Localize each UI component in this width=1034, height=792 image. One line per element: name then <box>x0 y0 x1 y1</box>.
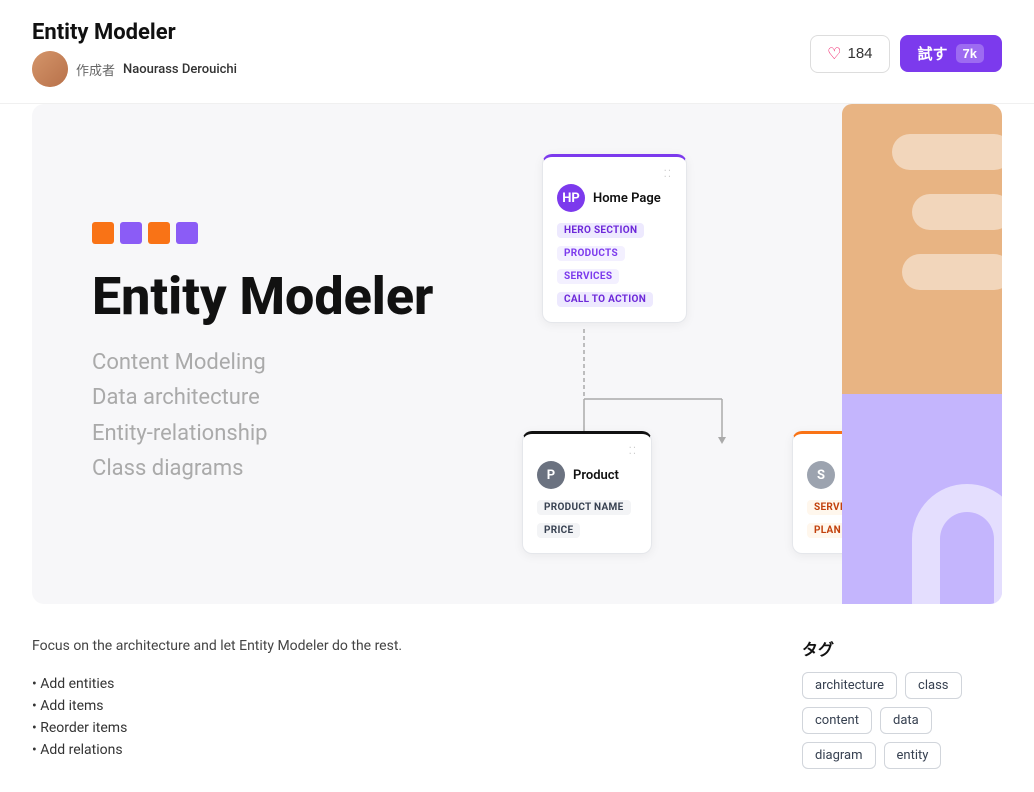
hero-title: Entity Modeler <box>92 268 512 325</box>
tags-title: タグ <box>802 636 1002 660</box>
feature-4: Class diagrams <box>92 451 512 486</box>
tag-architecture[interactable]: architecture <box>802 672 897 699</box>
badge-products: PRODUCTS <box>557 246 625 261</box>
card-header: HP Home Page <box>557 184 672 212</box>
tag-content[interactable]: content <box>802 707 872 734</box>
deco-c-shape <box>912 484 1002 604</box>
author-name: Naourass Derouichi <box>123 62 237 77</box>
desc-left: Focus on the architecture and let Entity… <box>32 636 762 769</box>
deco-pill-1 <box>892 134 1002 170</box>
hero-section: Entity Modeler Content Modeling Data arc… <box>32 104 1002 604</box>
like-count: 184 <box>847 45 872 62</box>
badge-services: SERVICES <box>557 269 619 284</box>
product-card-header: P Product <box>537 461 637 489</box>
like-button[interactable]: ♡ 184 <box>810 35 889 73</box>
badge-cta: CALL TO ACTION <box>557 292 653 307</box>
list-item-2: Add items <box>32 695 762 717</box>
deco-pill-3 <box>902 254 1002 290</box>
tags-section: タグ architecture class content data diagr… <box>802 636 1002 769</box>
title-author-group: Entity Modeler 作成者 Naourass Derouichi <box>32 20 237 87</box>
app-title: Entity Modeler <box>32 20 237 45</box>
deco-orange-panel <box>842 104 1002 394</box>
header-right: ♡ 184 試す 7k <box>810 35 1002 73</box>
deco-purple-panel <box>842 394 1002 604</box>
heart-icon: ♡ <box>827 44 841 64</box>
tag-entity[interactable]: entity <box>884 742 942 769</box>
icon-purple-2 <box>176 222 198 244</box>
list-item-1: Add entities <box>32 673 762 695</box>
homepage-card: ⁚⁚ HP Home Page HERO SECTION PRODUCTS SE… <box>542 154 687 323</box>
deco-pill-2 <box>912 194 1002 230</box>
product-name: Product <box>573 468 619 483</box>
hero-features: Content Modeling Data architecture Entit… <box>92 345 512 486</box>
icon-orange-1 <box>92 222 114 244</box>
desc-text: Focus on the architecture and let Entity… <box>32 636 762 657</box>
feature-2: Data architecture <box>92 380 512 415</box>
deco-right <box>842 104 1002 604</box>
try-label: 試す <box>918 43 948 64</box>
description-section: Focus on the architecture and let Entity… <box>0 604 1034 769</box>
badge-hero: HERO SECTION <box>557 223 644 238</box>
header-left: Entity Modeler 作成者 Naourass Derouichi <box>32 20 237 87</box>
hp-name: Home Page <box>593 191 661 206</box>
icon-orange-2 <box>148 222 170 244</box>
hero-left: Entity Modeler Content Modeling Data arc… <box>92 222 512 486</box>
avatar <box>32 51 68 87</box>
drag-dots: ⁚⁚ <box>557 169 672 180</box>
list-item-4: Add relations <box>32 739 762 761</box>
p-icon: P <box>537 461 565 489</box>
tags-grid: architecture class content data diagram … <box>802 672 1002 769</box>
list-item-3: Reorder items <box>32 717 762 739</box>
hp-icon: HP <box>557 184 585 212</box>
feature-list: Add entities Add items Reorder items Add… <box>32 673 762 761</box>
tag-class[interactable]: class <box>905 672 961 699</box>
hp-badges: HERO SECTION PRODUCTS SERVICES CALL TO A… <box>557 218 672 310</box>
try-button[interactable]: 試す 7k <box>900 35 1002 72</box>
product-card: ⁚⁚ P Product PRODUCT NAME PRICE <box>522 431 652 554</box>
s-icon: S <box>807 461 835 489</box>
tag-data[interactable]: data <box>880 707 932 734</box>
product-badges: PRODUCT NAME PRICE <box>537 495 637 541</box>
author-info: 作成者 Naourass Derouichi <box>32 51 237 87</box>
header: Entity Modeler 作成者 Naourass Derouichi ♡ … <box>0 0 1034 104</box>
badge-price: PRICE <box>537 523 580 538</box>
drag-dots-product: ⁚⁚ <box>537 446 637 457</box>
try-count: 7k <box>956 44 984 63</box>
badge-product-name: PRODUCT NAME <box>537 500 631 515</box>
feature-3: Entity-relationship <box>92 416 512 451</box>
entity-icons <box>92 222 512 248</box>
author-label: 作成者 <box>76 60 115 79</box>
feature-1: Content Modeling <box>92 345 512 380</box>
icon-purple-1 <box>120 222 142 244</box>
tag-diagram[interactable]: diagram <box>802 742 876 769</box>
